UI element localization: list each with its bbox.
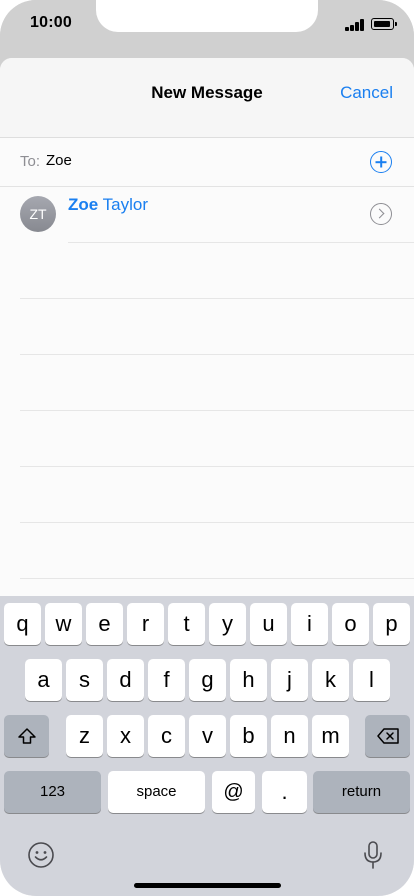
avatar: ZT <box>20 196 56 232</box>
phone-screen: 10:00 New Message Cancel To: Zoe ZT Zoe … <box>0 0 414 896</box>
to-label: To: <box>20 153 41 170</box>
key-p[interactable]: p <box>373 603 410 645</box>
key-c[interactable]: c <box>148 715 185 757</box>
key-b[interactable]: b <box>230 715 267 757</box>
recipient-input[interactable]: Zoe <box>46 152 346 169</box>
key-t[interactable]: t <box>168 603 205 645</box>
dot-key[interactable]: . <box>262 771 307 813</box>
list-divider <box>20 410 414 411</box>
key-z[interactable]: z <box>66 715 103 757</box>
key-i[interactable]: i <box>291 603 328 645</box>
status-bar: 10:00 <box>0 0 414 58</box>
add-contact-icon[interactable] <box>370 151 392 173</box>
navigation-bar: New Message Cancel <box>0 58 414 138</box>
home-indicator[interactable] <box>134 883 281 888</box>
key-q[interactable]: q <box>4 603 41 645</box>
key-h[interactable]: h <box>230 659 267 701</box>
key-g[interactable]: g <box>189 659 226 701</box>
key-u[interactable]: u <box>250 603 287 645</box>
battery-icon <box>371 18 397 30</box>
contact-name-rest: Taylor <box>98 195 148 214</box>
status-time: 10:00 <box>30 14 72 31</box>
key-n[interactable]: n <box>271 715 308 757</box>
at-key[interactable]: @ <box>212 771 255 813</box>
key-f[interactable]: f <box>148 659 185 701</box>
key-r[interactable]: r <box>127 603 164 645</box>
key-a[interactable]: a <box>25 659 62 701</box>
shift-icon <box>17 728 36 744</box>
key-k[interactable]: k <box>312 659 349 701</box>
key-o[interactable]: o <box>332 603 369 645</box>
recipient-row: To: Zoe <box>0 138 414 187</box>
cancel-button[interactable]: Cancel <box>340 83 393 103</box>
keyboard: q w e r t y u i o p a s d f g h j k l z … <box>0 596 414 896</box>
key-m[interactable]: m <box>312 715 349 757</box>
delete-key[interactable] <box>365 715 410 757</box>
microphone-icon[interactable] <box>362 840 384 870</box>
key-w[interactable]: w <box>45 603 82 645</box>
contact-name: Zoe Taylor <box>68 195 148 215</box>
return-key[interactable]: return <box>313 771 410 813</box>
list-divider <box>20 522 414 523</box>
key-v[interactable]: v <box>189 715 226 757</box>
delete-icon <box>376 728 399 744</box>
key-y[interactable]: y <box>209 603 246 645</box>
contact-name-match: Zoe <box>68 195 99 214</box>
list-divider <box>20 466 414 467</box>
shift-key[interactable] <box>4 715 49 757</box>
key-e[interactable]: e <box>86 603 123 645</box>
notch <box>96 0 318 32</box>
cellular-signal-icon <box>345 17 365 31</box>
key-x[interactable]: x <box>107 715 144 757</box>
emoji-icon[interactable] <box>27 841 55 869</box>
numbers-key[interactable]: 123 <box>4 771 101 813</box>
space-key[interactable]: space <box>108 771 205 813</box>
list-divider <box>68 242 414 243</box>
list-divider <box>20 578 414 579</box>
key-j[interactable]: j <box>271 659 308 701</box>
chevron-right-icon[interactable] <box>370 203 392 225</box>
key-d[interactable]: d <box>107 659 144 701</box>
list-divider <box>20 354 414 355</box>
key-s[interactable]: s <box>66 659 103 701</box>
list-divider <box>20 298 414 299</box>
key-l[interactable]: l <box>353 659 390 701</box>
contact-suggestion[interactable]: ZT Zoe Taylor <box>0 187 414 243</box>
